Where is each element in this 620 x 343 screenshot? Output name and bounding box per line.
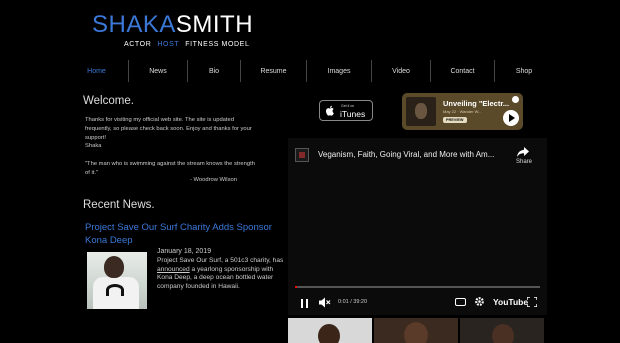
fullscreen-icon[interactable]: [527, 297, 537, 307]
nav-video[interactable]: Video: [372, 60, 430, 84]
welcome-signature: Shaka: [85, 143, 102, 150]
tagline: ACTOR HOST FITNESS MODEL: [124, 41, 249, 48]
photo-head: [104, 256, 124, 278]
youtube-player[interactable]: Veganism, Faith, Going Viral, and More w…: [288, 138, 547, 315]
site-logo[interactable]: SHAKASMITH: [92, 13, 253, 37]
video-title[interactable]: Veganism, Faith, Going Viral, and More w…: [318, 150, 508, 159]
logo-last-name: SMITH: [175, 11, 254, 38]
mute-icon[interactable]: [319, 297, 331, 308]
itunes-badge[interactable]: Get it on iTunes: [319, 100, 373, 121]
tagline-host: HOST: [157, 41, 180, 48]
thumbnail-face: [318, 324, 340, 343]
welcome-paragraph: Thanks for visiting my official web site…: [85, 117, 252, 141]
news-date: January 18, 2019: [157, 248, 212, 255]
nav-news[interactable]: News: [129, 60, 187, 84]
video-thumbnail[interactable]: [374, 318, 458, 343]
spotify-embed[interactable]: Unveiling "Electr... May 22 · Wander W..…: [402, 93, 523, 130]
thumbnail-face: [404, 322, 428, 343]
settings-gear-icon[interactable]: [474, 296, 485, 307]
progress-fill: [295, 286, 298, 288]
episode-meta: May 22 · Wander W...: [443, 109, 482, 114]
play-icon[interactable]: [503, 110, 519, 126]
thumbnail-face: [492, 324, 514, 343]
news-photo[interactable]: [87, 252, 147, 309]
logo-first-name: SHAKA: [92, 11, 176, 38]
quote-text: "The man who is swimming against the str…: [85, 161, 255, 176]
quote-author: - Woodrow Wilson: [190, 177, 237, 183]
photo-shirt-logo: [106, 284, 124, 296]
news-body-pre: Project Save Our Surf, a 501c3 charity, …: [157, 257, 284, 264]
pause-icon[interactable]: [301, 299, 308, 308]
episode-title: Unveiling "Electr...: [443, 99, 510, 108]
itunes-small-label: Get it on: [341, 104, 355, 108]
news-headline-link[interactable]: Project Save Our Surf Charity Adds Spons…: [85, 221, 285, 247]
tagline-fitness-model: FITNESS MODEL: [185, 41, 250, 48]
itunes-label: iTunes: [340, 109, 366, 119]
tagline-actor: ACTOR: [124, 41, 152, 48]
nav-images[interactable]: Images: [307, 60, 371, 84]
news-announced-link[interactable]: announced: [157, 266, 190, 273]
video-thumbnail[interactable]: [460, 318, 544, 343]
youtube-logo[interactable]: YouTube: [493, 297, 528, 307]
share-label[interactable]: Share: [516, 159, 532, 165]
welcome-text: Thanks for visiting my official web site…: [85, 116, 260, 151]
news-body: Project Save Our Surf, a 501c3 charity, …: [157, 257, 285, 291]
channel-avatar[interactable]: [295, 148, 309, 162]
progress-bar[interactable]: [295, 286, 540, 288]
main-nav: Home News Bio Resume Images Video Contac…: [65, 60, 555, 84]
spotify-icon: [512, 96, 519, 103]
nav-bio[interactable]: Bio: [188, 60, 240, 84]
time-display: 0:01 / 39:20: [338, 299, 368, 305]
share-icon[interactable]: [517, 146, 529, 158]
welcome-heading: Welcome.: [83, 95, 134, 107]
nav-contact[interactable]: Contact: [431, 60, 494, 84]
recent-news-heading: Recent News.: [83, 199, 155, 211]
nav-home[interactable]: Home: [65, 60, 128, 84]
video-thumbnail[interactable]: [288, 318, 372, 343]
episode-artwork: [406, 97, 436, 126]
nav-resume[interactable]: Resume: [241, 60, 306, 84]
captions-icon[interactable]: [455, 298, 466, 306]
apple-icon: [326, 105, 334, 116]
nav-shop[interactable]: Shop: [495, 60, 553, 84]
preview-badge: PREVIEW: [443, 117, 467, 123]
